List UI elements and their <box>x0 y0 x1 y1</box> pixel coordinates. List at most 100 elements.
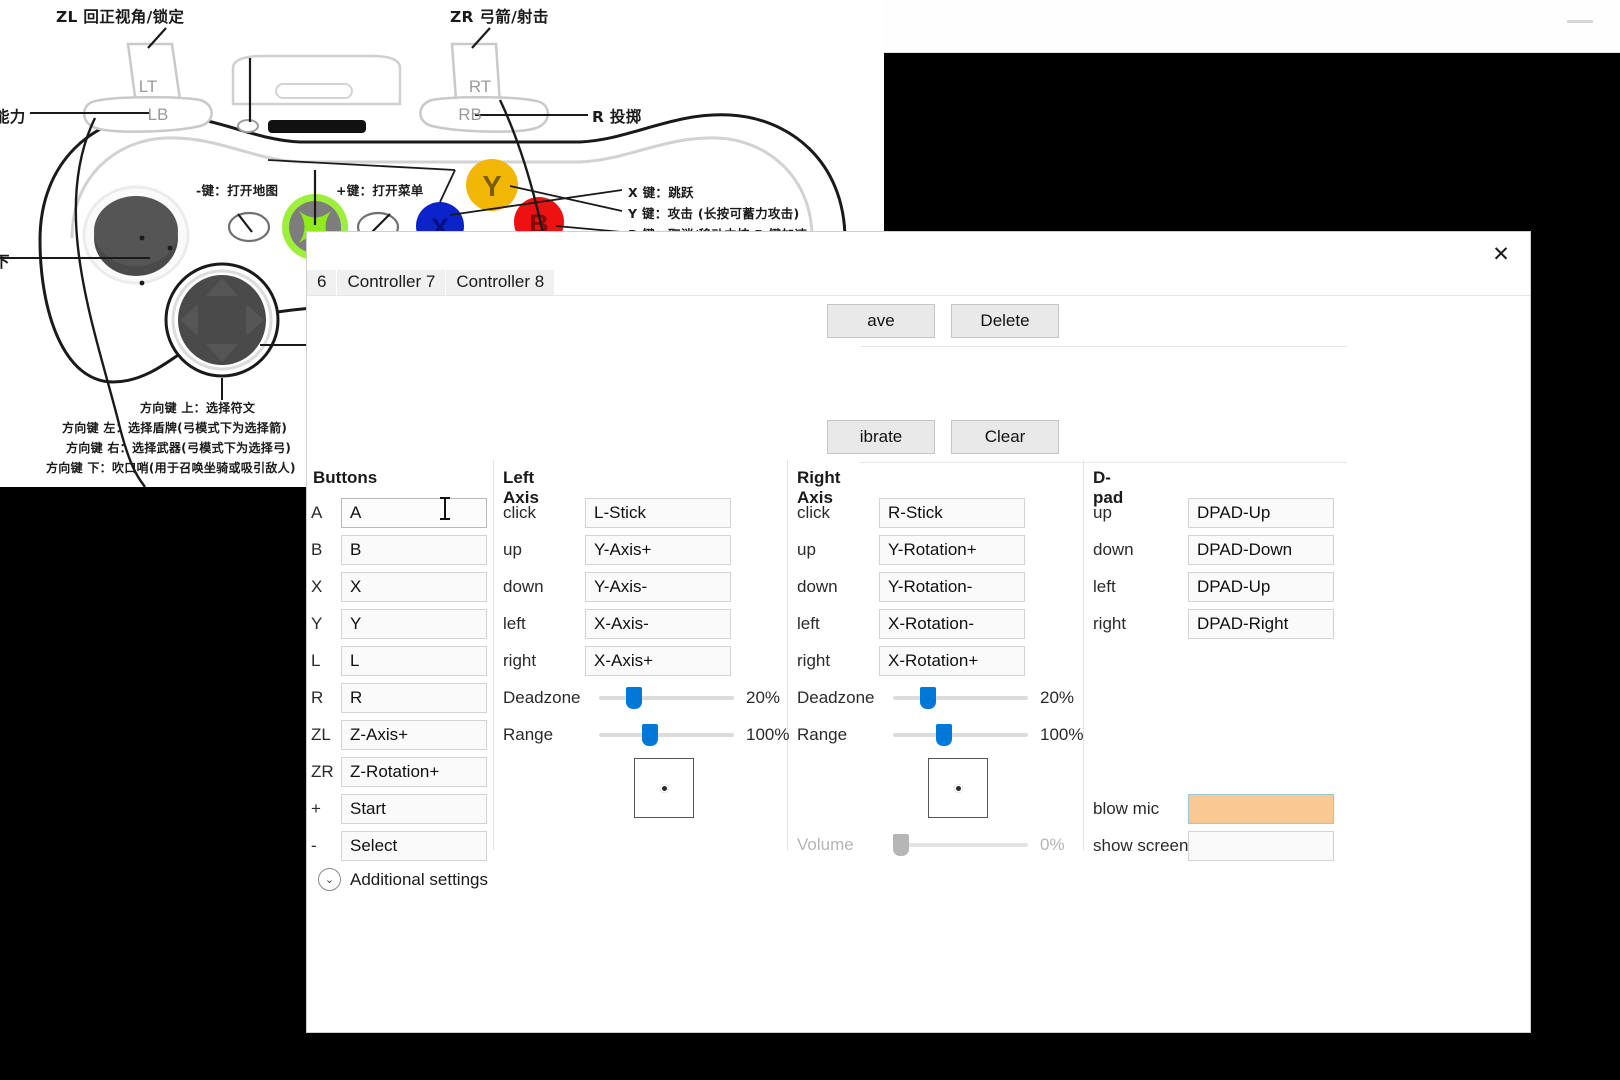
tabstrip-divider <box>307 295 1530 296</box>
dpad-field-down[interactable]: DPAD-Down <box>1188 535 1334 565</box>
blow-mic-field[interactable] <box>1188 794 1334 824</box>
left-axis-field-right[interactable]: X-Axis+ <box>585 646 731 676</box>
row-label-up: up <box>1093 503 1188 523</box>
tab-controller-6[interactable]: 6 <box>307 270 337 296</box>
map-field-zr[interactable]: Z-Rotation+ <box>341 757 487 787</box>
row-label-right: right <box>797 651 879 671</box>
right-stick-preview <box>928 758 988 818</box>
label-r-throw: R 投掷 <box>592 105 642 127</box>
row-label-click: click <box>503 503 585 523</box>
left-axis-field-down[interactable]: Y-Axis- <box>585 572 731 602</box>
svg-text:RB: RB <box>458 105 482 124</box>
row-label-down: down <box>503 577 585 597</box>
right-deadzone-slider[interactable] <box>893 696 1028 700</box>
dpad-row-left: leftDPAD-Up <box>1093 572 1334 602</box>
dpad-field-left[interactable]: DPAD-Up <box>1188 572 1334 602</box>
left-axis-field-left[interactable]: X-Axis- <box>585 609 731 639</box>
left-deadzone-slider[interactable] <box>599 696 734 700</box>
left-axis-field-up[interactable]: Y-Axis+ <box>585 535 731 565</box>
map-row-b: BB <box>311 535 487 565</box>
right-deadzone-value: 20% <box>1040 688 1074 708</box>
dpad-field-up[interactable]: DPAD-Up <box>1188 498 1334 528</box>
save-button[interactable]: ave <box>827 304 935 338</box>
left-axis-row-up: upY-Axis+ <box>503 535 731 565</box>
left-axis-row-right: rightX-Axis+ <box>503 646 731 676</box>
right-axis-field-left[interactable]: X-Rotation- <box>879 609 1025 639</box>
map-field-b[interactable]: B <box>341 535 487 565</box>
dpad-field-right[interactable]: DPAD-Right <box>1188 609 1334 639</box>
right-axis-row-up: upY-Rotation+ <box>797 535 1025 565</box>
row-label-b: B <box>311 540 341 560</box>
column-divider-1 <box>493 460 494 850</box>
svg-text:RT: RT <box>469 77 491 96</box>
calibrate-button[interactable]: ibrate <box>827 420 935 454</box>
row-label-zr: ZR <box>311 762 341 782</box>
row-label-l: L <box>311 651 341 671</box>
map-field-plus[interactable]: Start <box>341 794 487 824</box>
profile-section-divider <box>860 346 1347 347</box>
map-field-x[interactable]: X <box>341 572 487 602</box>
right-axis-field-right[interactable]: X-Rotation+ <box>879 646 1025 676</box>
map-field-l[interactable]: L <box>341 646 487 676</box>
column-divider-3 <box>1083 460 1084 850</box>
tab-controller-8[interactable]: Controller 8 <box>446 270 555 296</box>
right-axis-field-up[interactable]: Y-Rotation+ <box>879 535 1025 565</box>
right-axis-row-right: rightX-Rotation+ <box>797 646 1025 676</box>
volume-slider[interactable] <box>893 843 1028 847</box>
row-label-down: down <box>1093 540 1188 560</box>
row-label-zl: ZL <box>311 725 341 745</box>
svg-text:LT: LT <box>139 77 158 96</box>
map-field-minus[interactable]: Select <box>341 831 487 861</box>
right-axis-field-click[interactable]: R-Stick <box>879 498 1025 528</box>
left-axis-field-click[interactable]: L-Stick <box>585 498 731 528</box>
column-divider-2 <box>787 460 788 850</box>
map-row-zr: ZRZ-Rotation+ <box>311 757 487 787</box>
row-label-up: up <box>503 540 585 560</box>
note-y-key: Y 键：攻击 (长按可蓄力攻击) <box>628 203 799 222</box>
dpad-row-show-screen: show screen <box>1093 831 1334 861</box>
delete-button[interactable]: Delete <box>951 304 1059 338</box>
profile-button-row: ave Delete <box>827 304 1059 338</box>
buttons-section-title: Buttons <box>313 468 377 488</box>
right-axis-field-down[interactable]: Y-Rotation- <box>879 572 1025 602</box>
tab-controller-7[interactable]: Controller 7 <box>337 270 446 296</box>
map-field-y[interactable]: Y <box>341 609 487 639</box>
left-deadzone-label: Deadzone <box>503 688 599 708</box>
right-axis-row-down: downY-Rotation- <box>797 572 1025 602</box>
left-range-value: 100% <box>746 725 789 745</box>
left-axis-row-left: leftX-Axis- <box>503 609 731 639</box>
row-label-up: up <box>797 540 879 560</box>
svg-text:LB: LB <box>148 105 169 124</box>
row-label-left: left <box>797 614 879 634</box>
map-field-a[interactable]: A <box>341 498 487 528</box>
volume-row: Volume 0% <box>797 832 1065 858</box>
left-stick-preview <box>634 758 694 818</box>
additional-settings-toggle[interactable]: ⌄ Additional settings <box>318 868 488 891</box>
left-range-label: Range <box>503 725 599 745</box>
map-field-zl[interactable]: Z-Axis+ <box>341 720 487 750</box>
left-deadzone-value: 20% <box>746 688 780 708</box>
right-range-label: Range <box>797 725 893 745</box>
label-zl-action: ZL 回正视角/锁定 <box>56 5 184 27</box>
label-plus-key: +键：打开菜单 <box>336 180 424 199</box>
svg-text:Y: Y <box>482 171 501 203</box>
additional-settings-label: Additional settings <box>350 870 488 890</box>
row-label-blow-mic: blow mic <box>1093 799 1188 819</box>
map-row-a: AA <box>311 498 487 528</box>
map-row-l: LL <box>311 646 487 676</box>
right-range-slider[interactable] <box>893 733 1028 737</box>
controller-settings-dialog: ✕ 6 Controller 7 Controller 8 ave Delete… <box>307 232 1530 1032</box>
map-row-minus: -Select <box>311 831 487 861</box>
map-field-r[interactable]: R <box>341 683 487 713</box>
left-axis-row-down: downY-Axis- <box>503 572 731 602</box>
row-label-minus: - <box>311 836 341 856</box>
note-dpad-left: 方向键 左：选择盾牌(弓模式下为选择箭) <box>62 419 287 436</box>
left-range-slider[interactable] <box>599 733 734 737</box>
label-zr-action: ZR 弓箭/射击 <box>450 5 549 27</box>
row-label-x: X <box>311 577 341 597</box>
minimize-icon[interactable] <box>1567 20 1593 23</box>
left-axis-deadzone-row: Deadzone 20% <box>503 685 780 711</box>
clear-button[interactable]: Clear <box>951 420 1059 454</box>
right-stick-position-dot <box>954 784 963 793</box>
show-screen-field[interactable] <box>1188 831 1334 861</box>
